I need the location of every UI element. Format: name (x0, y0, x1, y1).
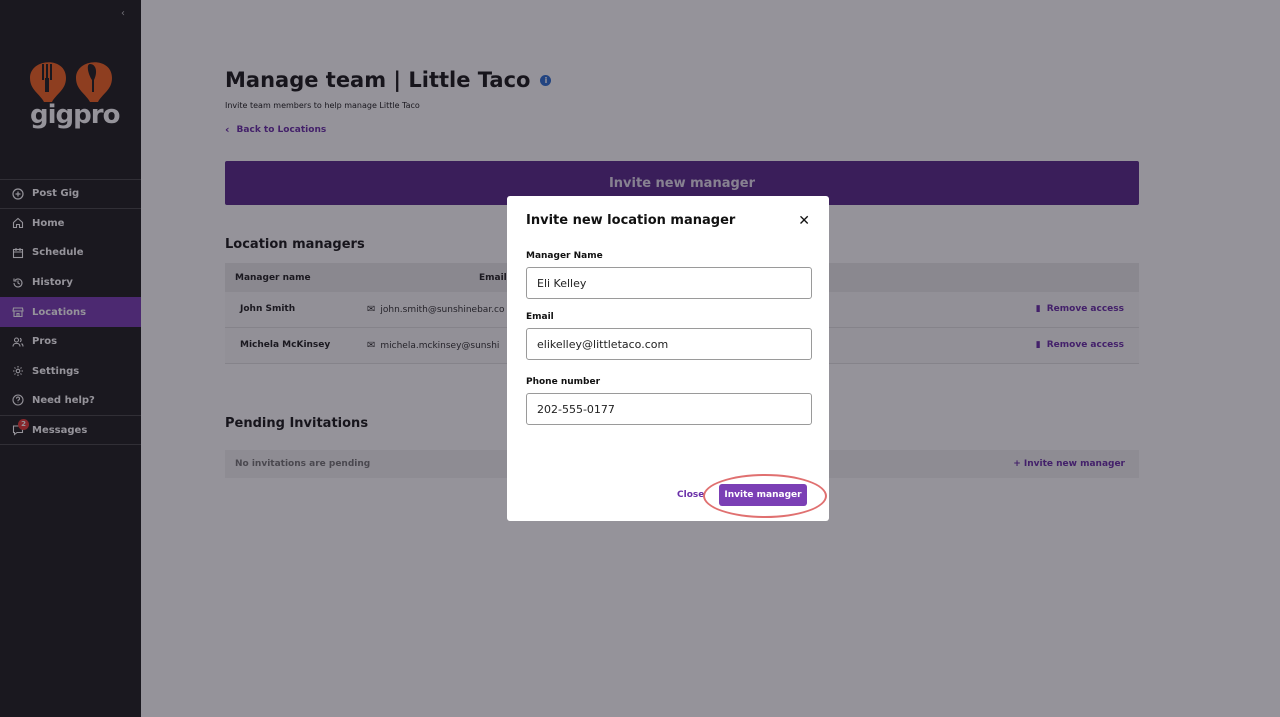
close-button[interactable]: Close (677, 490, 704, 500)
manager-name-label: Manager Name (526, 251, 603, 261)
phone-field[interactable] (526, 393, 812, 425)
phone-label: Phone number (526, 377, 601, 387)
email-field[interactable] (526, 328, 812, 360)
dialog-title: Invite new location manager (526, 213, 736, 228)
email-label: Email (526, 312, 554, 322)
close-icon[interactable]: ✕ (798, 213, 810, 229)
manager-name-field[interactable] (526, 267, 812, 299)
invite-manager-dialog: Invite new location manager ✕ Manager Na… (507, 196, 829, 521)
highlight-annotation (703, 474, 827, 518)
